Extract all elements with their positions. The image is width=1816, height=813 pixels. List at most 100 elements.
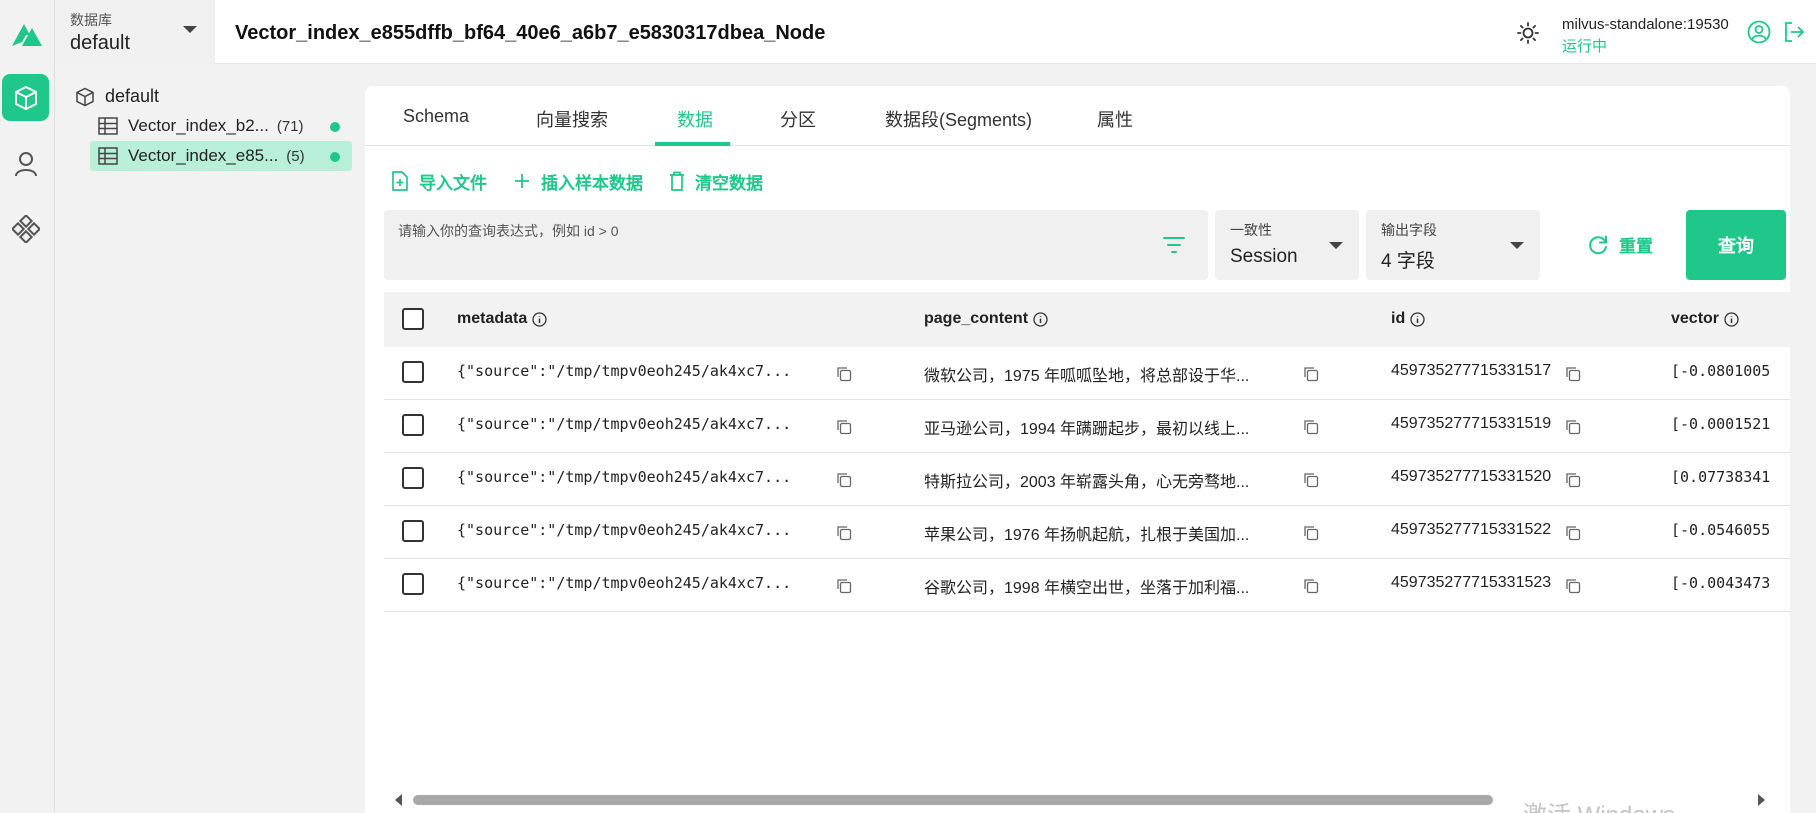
copy-icon[interactable] [1303,472,1319,488]
user-icon [14,151,37,176]
copy-icon[interactable] [1565,419,1581,435]
query-expression-box[interactable] [384,210,1208,280]
data-table: metadata page_content id vector {"source… [384,292,1790,752]
column-header-label: metadata [457,310,528,327]
tree-item-count: (71) [276,117,304,135]
consistency-select[interactable]: 一致性 Session [1215,210,1359,280]
tree-root-database[interactable]: default [75,86,159,107]
info-icon[interactable] [1410,311,1425,327]
reset-button[interactable]: 重置 [1587,232,1653,257]
import-file-button[interactable]: 导入文件 [391,169,487,194]
copy-icon[interactable] [1565,578,1581,594]
copy-icon[interactable] [1303,366,1319,382]
loaded-status-dot [330,122,340,132]
table-row[interactable]: {"source":"/tmp/tmpv0eoh245/ak4xc7... 谷歌… [384,559,1790,612]
row-checkbox[interactable] [402,520,424,542]
cell-metadata: {"source":"/tmp/tmpv0eoh245/ak4xc7... [457,574,792,592]
column-header-vector[interactable]: vector [1671,310,1739,328]
active-tab-indicator [655,142,730,146]
account-circle-icon[interactable] [1747,20,1771,44]
cell-id: 459735277715331517 [1391,362,1552,379]
select-all-checkbox[interactable] [402,308,424,330]
tree-item-count: (5) [286,147,305,165]
info-icon[interactable] [532,311,547,327]
copy-icon[interactable] [836,366,852,382]
table-row[interactable]: {"source":"/tmp/tmpv0eoh245/ak4xc7... 特斯… [384,453,1790,506]
copy-icon[interactable] [1303,578,1319,594]
tab-partitions[interactable]: 分区 [780,106,816,132]
copy-icon[interactable] [1565,525,1581,541]
file-add-icon [392,171,408,191]
consistency-label: 一致性 [1230,222,1272,238]
clear-data-button[interactable]: 清空数据 [669,169,763,194]
output-fields-select[interactable]: 输出字段 4 字段 [1366,210,1540,280]
column-header-id[interactable]: id [1391,310,1425,328]
tab-data[interactable]: 数据 [677,106,713,132]
copy-icon[interactable] [836,525,852,541]
query-expression-input[interactable] [398,218,1118,244]
column-header-label: page_content [924,310,1029,327]
copy-icon[interactable] [836,578,852,594]
left-rail [0,0,55,813]
cell-page-content: 苹果公司，1976 年扬帆起航，扎根于美国加... [924,527,1250,544]
row-checkbox[interactable] [402,414,424,436]
server-address: milvus-standalone:19530 [1562,16,1729,33]
chevron-down-icon [1329,242,1343,249]
copy-icon[interactable] [836,419,852,435]
database-select-value: default [70,32,131,54]
tab-bar: Schema 向量搜索 数据 分区 数据段(Segments) 属性 [365,86,1790,146]
copy-icon[interactable] [1565,472,1581,488]
column-header-page-content[interactable]: page_content [924,310,1048,328]
scroll-left-arrow-icon[interactable] [395,794,402,806]
cell-metadata: {"source":"/tmp/tmpv0eoh245/ak4xc7... [457,362,792,380]
tab-vector-search[interactable]: 向量搜索 [536,106,608,132]
database-select-label: 数据库 [70,12,112,28]
info-icon[interactable] [1724,311,1739,327]
nav-users-button[interactable] [2,140,49,187]
tree-item-collection[interactable]: Vector_index_b2... (71) [90,111,352,141]
cell-id: 459735277715331522 [1391,521,1552,538]
filter-icon[interactable] [1162,235,1186,255]
copy-icon[interactable] [1303,525,1319,541]
insert-sample-label: 插入样本数据 [541,173,643,193]
table-row[interactable]: {"source":"/tmp/tmpv0eoh245/ak4xc7... 苹果… [384,506,1790,559]
output-fields-label: 输出字段 [1381,222,1437,238]
logout-icon[interactable] [1782,20,1806,44]
copy-icon[interactable] [836,472,852,488]
table-header: metadata page_content id vector [384,292,1790,347]
database-select[interactable]: 数据库 default [55,0,215,64]
milvus-logo-icon[interactable] [8,16,44,52]
sun-icon[interactable] [1517,22,1539,44]
cell-id: 459735277715331523 [1391,574,1552,591]
collection-cube-icon [14,85,37,110]
query-button[interactable]: 查询 [1686,210,1786,280]
nav-collections-button[interactable] [2,74,49,121]
info-icon[interactable] [1033,311,1048,327]
cell-page-content: 特斯拉公司，2003 年崭露头角，心无旁骛地... [924,474,1250,491]
row-checkbox[interactable] [402,573,424,595]
tree-root-label: default [105,86,160,106]
column-header-metadata[interactable]: metadata [457,310,547,328]
output-fields-value: 4 字段 [1381,251,1435,272]
cell-vector: [-0.0801005 [1671,362,1771,380]
table-row[interactable]: {"source":"/tmp/tmpv0eoh245/ak4xc7... 微软… [384,347,1790,400]
cell-page-content: 谷歌公司，1998 年横空出世，坐落于加利福... [924,580,1250,597]
scrollbar-thumb[interactable] [413,795,1493,805]
row-checkbox[interactable] [402,467,424,489]
scroll-right-arrow-icon[interactable] [1758,794,1765,806]
tab-properties[interactable]: 属性 [1097,106,1133,132]
data-toolbar: 导入文件 插入样本数据 清空数据 [391,166,789,196]
copy-icon[interactable] [1565,366,1581,382]
nav-system-button[interactable] [2,205,49,252]
chevron-down-icon [1510,242,1524,249]
copy-icon[interactable] [1303,419,1319,435]
row-checkbox[interactable] [402,361,424,383]
insert-sample-button[interactable]: 插入样本数据 [513,169,643,194]
tree-item-collection-selected[interactable]: Vector_index_e85... (5) [90,141,352,171]
table-row[interactable]: {"source":"/tmp/tmpv0eoh245/ak4xc7... 亚马… [384,400,1790,453]
page-title: Vector_index_e855dffb_bf64_40e6_a6b7_e58… [235,22,826,44]
tab-schema[interactable]: Schema [403,106,469,127]
tab-segments[interactable]: 数据段(Segments) [885,106,1032,132]
server-status: 运行中 [1562,38,1608,55]
cell-vector: [-0.0001521 [1671,415,1771,433]
